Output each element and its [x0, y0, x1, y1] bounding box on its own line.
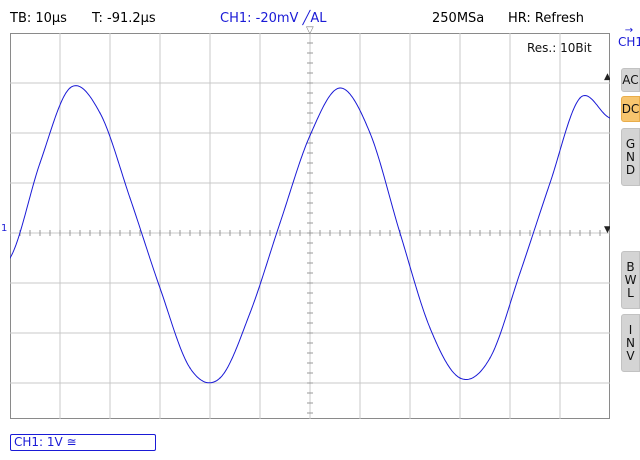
- waveform-point: [189, 367, 191, 369]
- waveform-point: [339, 87, 341, 89]
- waveform-point: [129, 197, 131, 199]
- waveform-point: [159, 287, 161, 289]
- waveform-point: [489, 357, 491, 359]
- channel-scale-box[interactable]: CH1: 1V ≅: [10, 434, 156, 451]
- waveform-point: [579, 97, 581, 99]
- waveform-point: [459, 377, 461, 379]
- ac-coupling-button[interactable]: AC: [621, 68, 640, 92]
- waveform-point: [309, 134, 311, 137]
- waveform-point: [519, 272, 521, 274]
- waveform-point: [249, 312, 251, 314]
- waveform-point: [99, 112, 101, 114]
- waveform-point: [369, 132, 371, 134]
- waveform-point: [69, 87, 71, 89]
- waveform-point: [429, 327, 431, 329]
- gnd-coupling-button[interactable]: GND: [621, 128, 640, 186]
- ground-marker-icon[interactable]: 1: [1, 223, 7, 234]
- waveform-point: [399, 232, 401, 234]
- header-bar: TB: 10µs T: -91.2µs CH1: -20mV ╱AL 250MS…: [0, 0, 640, 26]
- waveform-point: [219, 377, 221, 379]
- dc-coupling-button[interactable]: DC: [621, 96, 640, 122]
- channel-title-text: CH1: [618, 35, 640, 49]
- acquisition-mode-readout[interactable]: HR: Refresh: [508, 11, 584, 26]
- bandwidth-limit-button[interactable]: BWL: [621, 251, 640, 309]
- scroll-up-arrow-icon[interactable]: ▲: [604, 72, 610, 82]
- resolution-readout: Res.: 10Bit: [527, 41, 592, 55]
- trigger-position-icon: ▽: [306, 25, 314, 36]
- waveform-point: [279, 222, 281, 224]
- oscilloscope-screen[interactable]: Res.: 10Bit ▲ ▼: [10, 33, 610, 419]
- waveform-point: [39, 162, 41, 164]
- sample-rate-readout: 250MSa: [432, 11, 485, 26]
- waveform-point: [549, 182, 551, 184]
- timebase-readout[interactable]: TB: 10µs: [10, 11, 67, 26]
- invert-button[interactable]: INV: [621, 314, 640, 372]
- scroll-down-arrow-icon[interactable]: ▼: [604, 225, 610, 235]
- channel-trigger-readout[interactable]: CH1: -20mV ╱AL: [220, 11, 327, 26]
- channel-menu-title: → CH1: [618, 26, 640, 49]
- trigger-time-readout[interactable]: T: -91.2µs: [92, 11, 156, 26]
